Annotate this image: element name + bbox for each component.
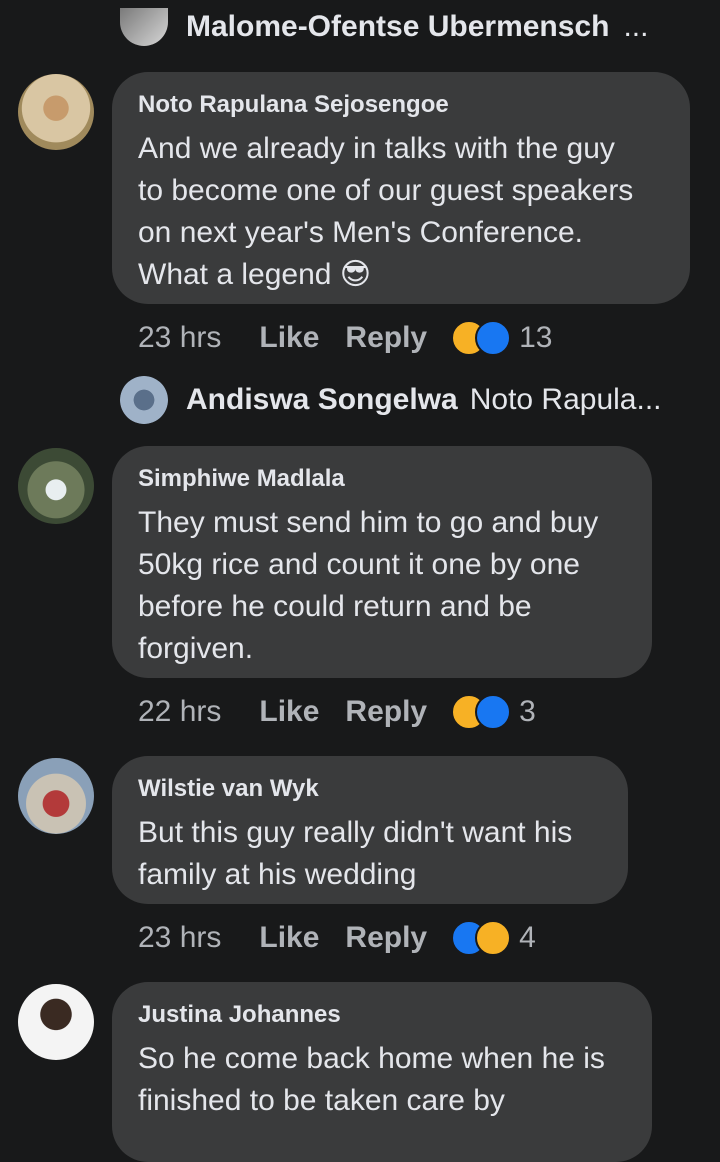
comment-line: What a legend 😎 bbox=[138, 258, 372, 291]
comment-line: But this guy really didn't want his bbox=[138, 816, 573, 849]
like-button[interactable]: Like bbox=[259, 921, 319, 955]
comment-line: So he come back home when he is bbox=[138, 1042, 605, 1075]
like-button[interactable]: Like bbox=[259, 321, 319, 355]
like-reaction-icon bbox=[475, 694, 512, 730]
like-reaction-icon bbox=[475, 320, 512, 356]
comment-text: So he come back home when he is finished… bbox=[138, 1038, 626, 1122]
avatar[interactable] bbox=[18, 758, 94, 834]
comment-line: finished to be taken care by bbox=[138, 1084, 505, 1117]
avatar[interactable] bbox=[18, 74, 94, 150]
comment-bubble: Justina Johannes So he come back home wh… bbox=[112, 982, 652, 1162]
reply-button[interactable]: Reply bbox=[345, 921, 427, 955]
comment-actions: 23 hrs Like Reply 13 bbox=[138, 318, 553, 358]
reply-author-name[interactable]: Malome-Ofentse Ubermensch bbox=[186, 10, 609, 44]
comment-actions: 23 hrs Like Reply 4 bbox=[138, 918, 536, 958]
comment-line: 50kg rice and count it one by one bbox=[138, 548, 580, 581]
reply-button[interactable]: Reply bbox=[345, 695, 427, 729]
comment-time[interactable]: 22 hrs bbox=[138, 695, 221, 729]
comment-author[interactable]: Simphiwe Madlala bbox=[138, 464, 626, 494]
reaction-summary[interactable] bbox=[451, 920, 512, 956]
comment-line: And we already in talks with the guy bbox=[138, 132, 615, 165]
comment-time[interactable]: 23 hrs bbox=[138, 321, 221, 355]
comment-time[interactable]: 23 hrs bbox=[138, 921, 221, 955]
comment-text: They must send him to go and buy 50kg ri… bbox=[138, 502, 626, 670]
comment-bubble: Wilstie van Wyk But this guy really didn… bbox=[112, 756, 628, 904]
reaction-count[interactable]: 4 bbox=[519, 921, 536, 955]
reply-button[interactable]: Reply bbox=[345, 321, 427, 355]
comment-line: before he could return and be bbox=[138, 590, 532, 623]
reply-snippet: Noto Rapula... bbox=[469, 383, 662, 416]
comment-author[interactable]: Wilstie van Wyk bbox=[138, 774, 602, 804]
comment-bubble: Noto Rapulana Sejosengoe And we already … bbox=[112, 72, 690, 304]
reply-preview-top[interactable]: Malome-Ofentse Ubermensch ... bbox=[120, 8, 648, 46]
comment-actions: 22 hrs Like Reply 3 bbox=[138, 692, 536, 732]
comment-text: But this guy really didn't want his fami… bbox=[138, 812, 602, 896]
comment-author[interactable]: Noto Rapulana Sejosengoe bbox=[138, 90, 664, 120]
comment-line: family at his wedding bbox=[138, 858, 417, 891]
comment-line: on next year's Men's Conference. bbox=[138, 216, 584, 249]
comment-line: to become one of our guest speakers bbox=[138, 174, 634, 207]
comment-line: They must send him to go and buy bbox=[138, 506, 599, 539]
avatar[interactable] bbox=[120, 8, 168, 46]
comment-author[interactable]: Justina Johannes bbox=[138, 1000, 626, 1030]
reaction-summary[interactable] bbox=[451, 320, 512, 356]
avatar[interactable] bbox=[18, 984, 94, 1060]
comment-line: forgiven. bbox=[138, 632, 254, 665]
haha-reaction-icon bbox=[475, 920, 512, 956]
comment-bubble: Simphiwe Madlala They must send him to g… bbox=[112, 446, 652, 678]
avatar[interactable] bbox=[18, 448, 94, 524]
reply-author-name[interactable]: Andiswa Songelwa bbox=[186, 383, 458, 417]
more-ellipsis: ... bbox=[623, 10, 649, 43]
reaction-summary[interactable] bbox=[451, 694, 512, 730]
reaction-count[interactable]: 13 bbox=[519, 321, 552, 355]
like-button[interactable]: Like bbox=[259, 695, 319, 729]
avatar[interactable] bbox=[120, 376, 168, 424]
comment-text: And we already in talks with the guy to … bbox=[138, 128, 664, 296]
reply-preview[interactable]: Andiswa Songelwa Noto Rapula... bbox=[120, 376, 662, 424]
reaction-count[interactable]: 3 bbox=[519, 695, 536, 729]
